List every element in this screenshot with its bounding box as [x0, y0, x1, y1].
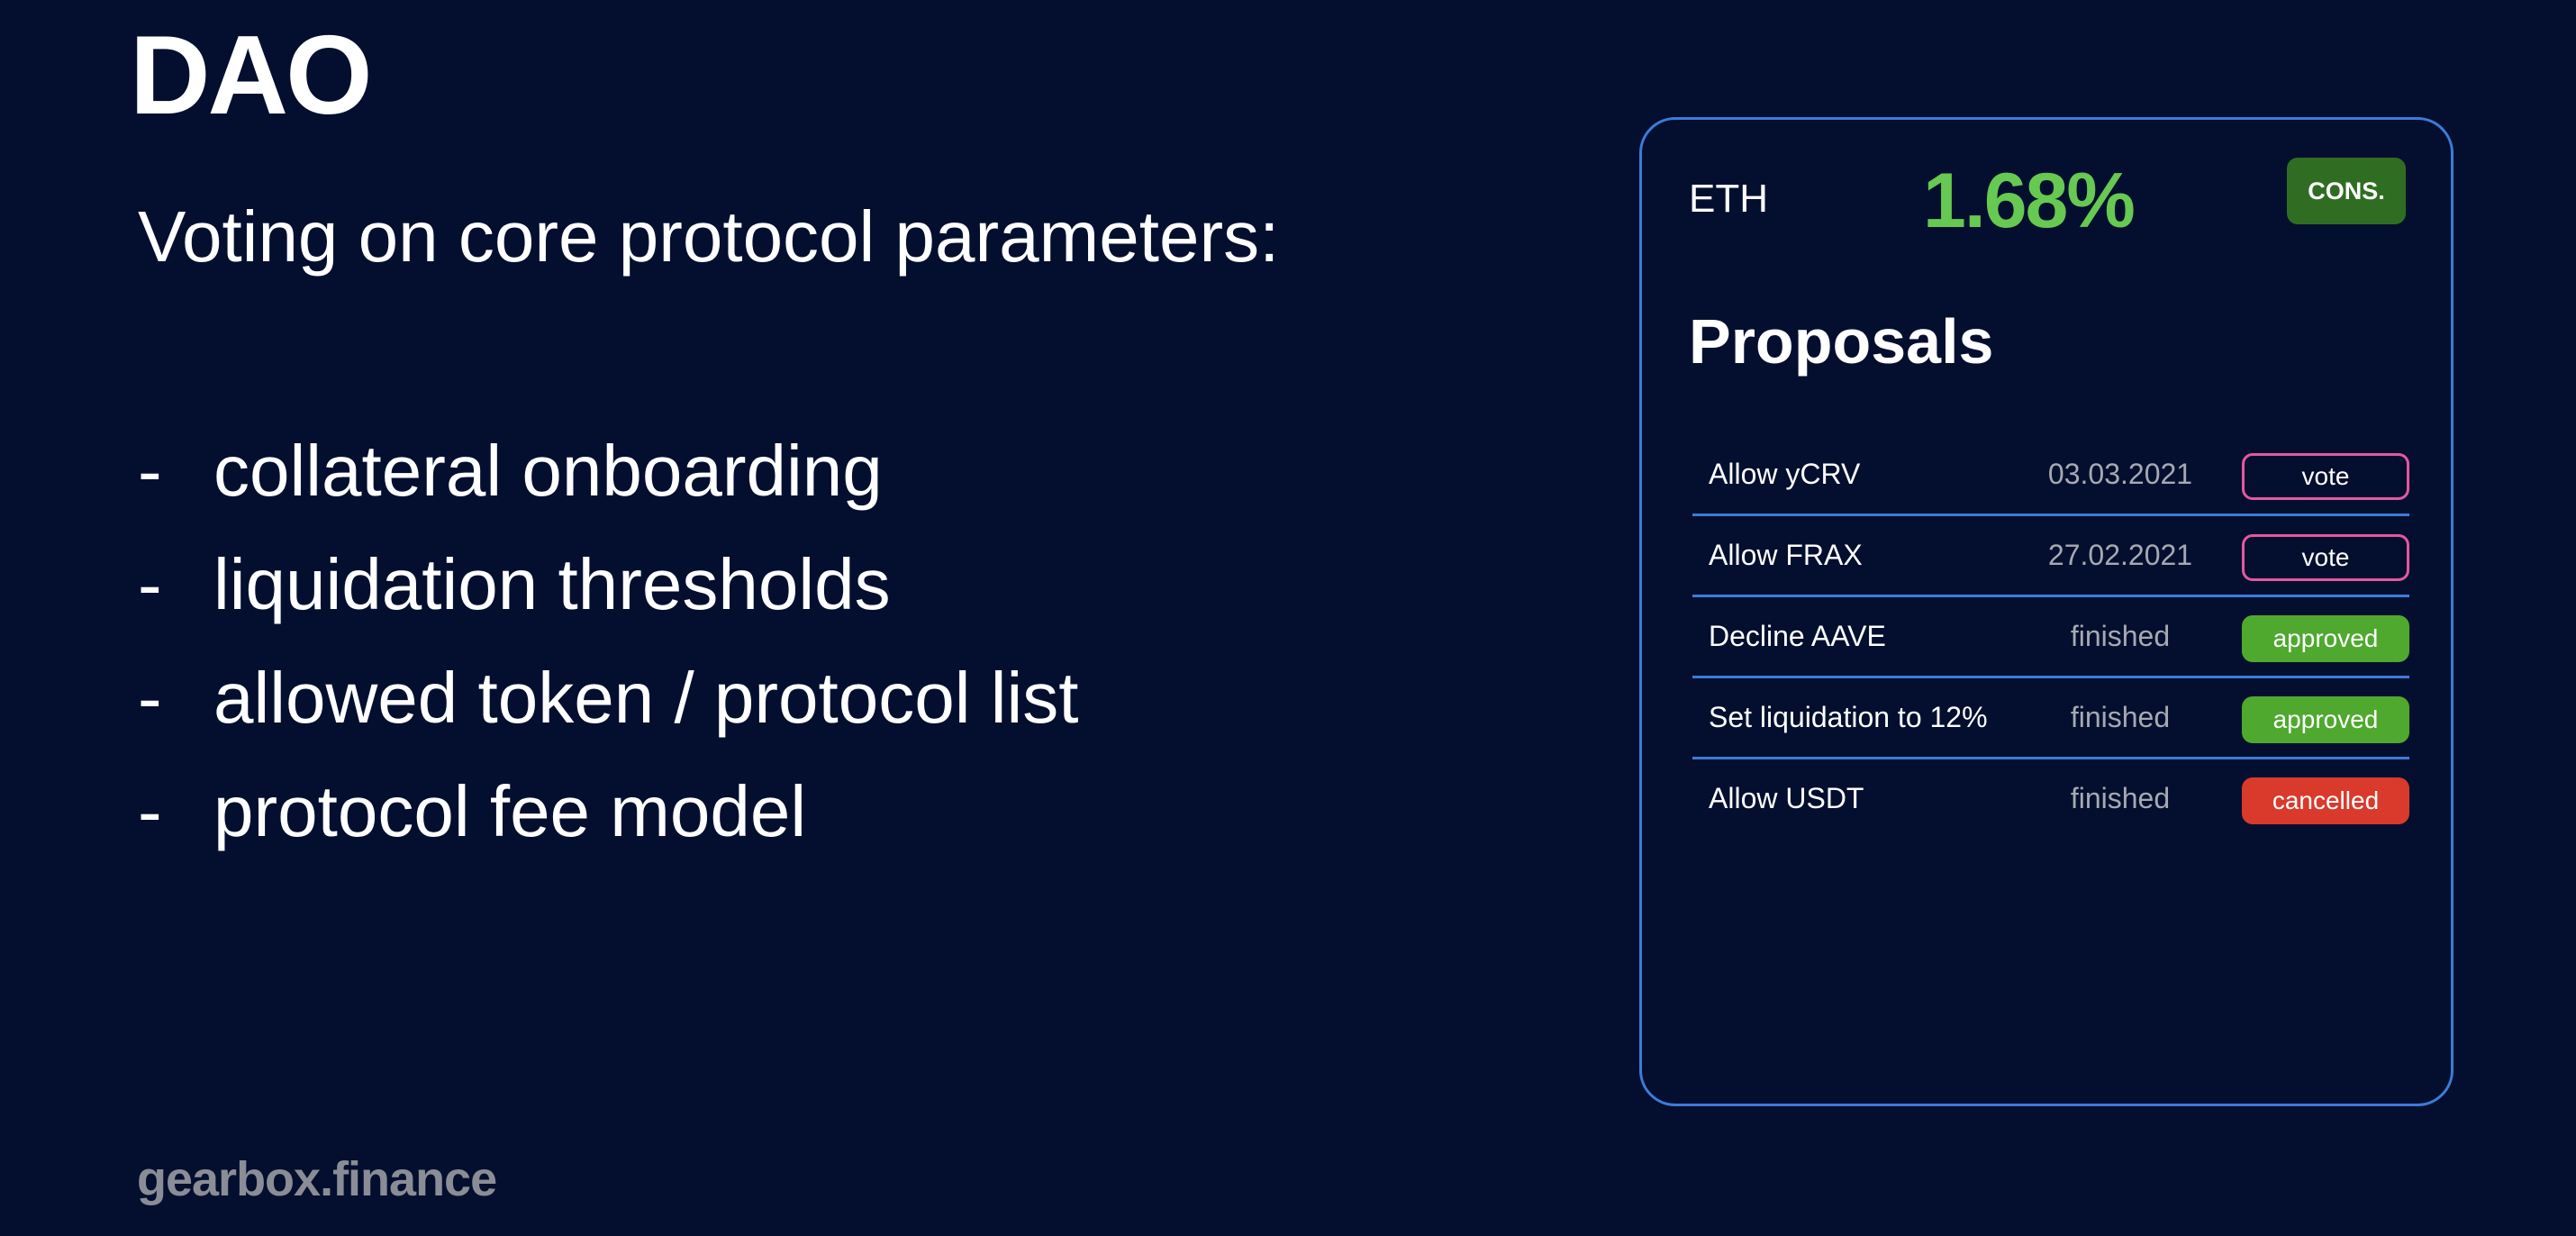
bullet-text: protocol fee model	[213, 771, 807, 851]
table-row: Allow yCRV 03.03.2021 vote	[1692, 435, 2409, 516]
dao-proposals-card: ETH 1.68% CONS. Proposals Allow yCRV 03.…	[1639, 117, 2454, 1106]
asset-label: ETH	[1689, 177, 1768, 221]
slide-title: DAO	[130, 14, 373, 138]
vote-button[interactable]: vote	[2242, 534, 2409, 581]
list-item: - collateral onboarding	[138, 414, 1079, 528]
table-row: Decline AAVE finished approved	[1692, 597, 2409, 678]
footer-brand: gearbox.finance	[137, 1152, 497, 1206]
proposal-status: finished	[2070, 620, 2171, 652]
cancelled-badge: cancelled	[2242, 777, 2409, 824]
proposals-heading: Proposals	[1689, 306, 1994, 377]
bullet-text: liquidation thresholds	[213, 544, 891, 624]
proposal-date: 03.03.2021	[2047, 458, 2193, 490]
table-row: Set liquidation to 12% finished approved	[1692, 678, 2409, 759]
bullet-text: allowed token / protocol list	[213, 658, 1079, 738]
proposal-name: Allow USDT	[1709, 782, 1864, 814]
slide-subtitle: Voting on core protocol parameters:	[138, 196, 1280, 277]
list-item: - protocol fee model	[138, 755, 1079, 868]
proposal-status: finished	[2070, 701, 2171, 733]
table-row: Allow FRAX 27.02.2021 vote	[1692, 516, 2409, 597]
strategy-badge[interactable]: CONS.	[2287, 158, 2406, 224]
proposal-name: Allow FRAX	[1709, 539, 1863, 571]
list-item: - allowed token / protocol list	[138, 641, 1079, 755]
proposal-name: Decline AAVE	[1709, 620, 1886, 652]
bullet-dash: -	[138, 544, 162, 624]
approved-badge: approved	[2242, 615, 2409, 662]
rate-value: 1.68%	[1923, 158, 2136, 244]
vote-button[interactable]: vote	[2242, 453, 2409, 500]
table-row: Allow USDT finished cancelled	[1692, 759, 2409, 841]
list-item: - liquidation thresholds	[138, 528, 1079, 641]
proposal-status: finished	[2070, 782, 2171, 814]
proposal-name: Set liquidation to 12%	[1709, 701, 1988, 733]
bullet-text: collateral onboarding	[213, 431, 883, 511]
proposal-date: 27.02.2021	[2047, 539, 2193, 571]
proposals-list: Allow yCRV 03.03.2021 vote Allow FRAX 27…	[1692, 435, 2409, 841]
bullet-dash: -	[138, 771, 162, 851]
parameter-list: - collateral onboarding - liquidation th…	[138, 414, 1079, 868]
bullet-dash: -	[138, 431, 162, 511]
bullet-dash: -	[138, 658, 162, 738]
proposal-name: Allow yCRV	[1709, 458, 1861, 490]
approved-badge: approved	[2242, 696, 2409, 743]
